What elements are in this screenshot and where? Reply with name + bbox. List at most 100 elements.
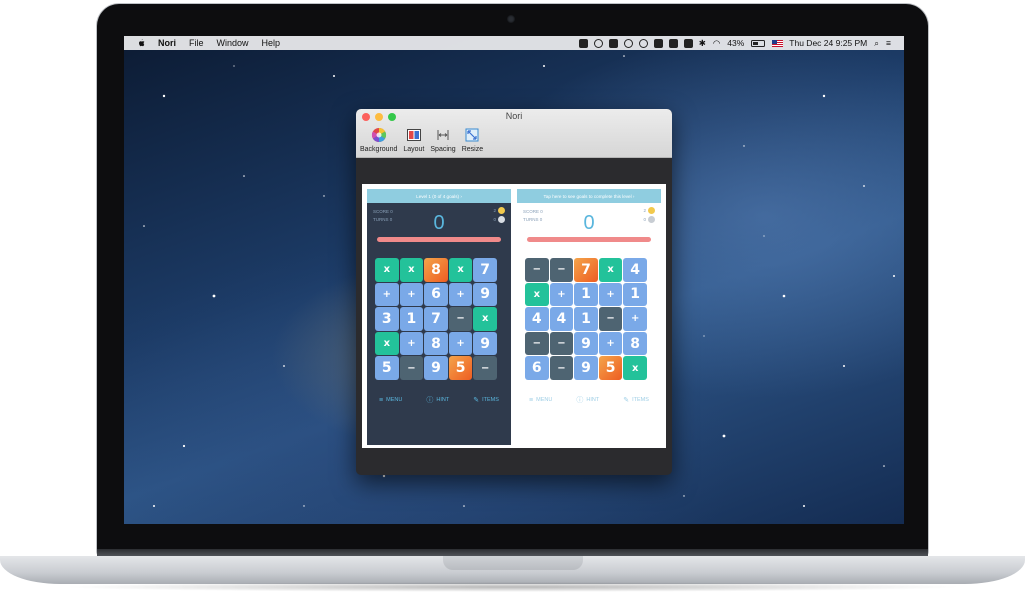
menu-window[interactable]: Window: [217, 38, 249, 48]
bluetooth-icon[interactable]: ✱: [699, 38, 706, 49]
game-tile[interactable]: 8: [424, 331, 448, 356]
game-tile[interactable]: +: [598, 282, 623, 307]
game-tile[interactable]: 3: [375, 307, 399, 331]
game-tile[interactable]: 5: [448, 356, 473, 380]
status-airplay-icon[interactable]: [683, 38, 693, 48]
menu-file[interactable]: File: [189, 38, 204, 48]
game-tile[interactable]: +: [399, 331, 424, 356]
game-tile[interactable]: 8: [424, 258, 448, 282]
game-tile[interactable]: 1: [574, 282, 598, 307]
game-tile[interactable]: 9: [424, 356, 448, 380]
clock[interactable]: Thu Dec 24 9:25 PM: [789, 38, 867, 48]
items-label: ITEMS: [482, 397, 499, 403]
silver-coin-icon: [648, 216, 655, 223]
game-tile[interactable]: +: [549, 282, 574, 307]
game-tile[interactable]: 5: [375, 356, 399, 380]
game-tile[interactable]: −: [598, 307, 623, 331]
battery-percent[interactable]: 43%: [727, 38, 744, 48]
game-tile[interactable]: x: [375, 331, 399, 356]
game-tile[interactable]: 9: [473, 331, 497, 356]
game-tile[interactable]: 9: [473, 282, 497, 307]
game-tile[interactable]: 1: [399, 307, 424, 331]
game-tile[interactable]: x: [525, 282, 549, 307]
level-banner[interactable]: Level 1 (0 of 4 goals) ›: [367, 189, 511, 203]
silver-coin-count: 0: [493, 217, 496, 222]
game-tile[interactable]: 7: [574, 258, 598, 282]
hint-button[interactable]: ⓘ HINT: [576, 395, 599, 405]
laptop-notch: [443, 556, 583, 570]
wifi-icon[interactable]: ◠: [713, 38, 720, 49]
notification-center-icon[interactable]: ≡: [886, 38, 891, 48]
input-flag-icon[interactable]: [772, 39, 784, 47]
game-tile[interactable]: +: [623, 307, 647, 331]
battery-icon[interactable]: [751, 39, 766, 47]
game-tile[interactable]: 4: [549, 307, 574, 331]
status-sync-icon[interactable]: [593, 38, 603, 48]
items-button[interactable]: ✎ ITEMS: [623, 395, 649, 405]
game-tile[interactable]: −: [448, 307, 473, 331]
game-tile[interactable]: +: [399, 282, 424, 307]
items-label: ITEMS: [632, 397, 649, 403]
chevron-right-icon: ›: [632, 193, 635, 199]
chevron-right-icon: ›: [460, 193, 462, 199]
toolbar-resize-button[interactable]: Resize: [462, 127, 483, 153]
hint-label: HINT: [586, 397, 600, 403]
spacing-icon: [437, 130, 449, 140]
score-value: 0: [583, 212, 595, 234]
game-tile[interactable]: 6: [424, 282, 448, 307]
game-tile[interactable]: 5: [598, 356, 623, 380]
game-tile[interactable]: 1: [574, 307, 598, 331]
game-tile[interactable]: x: [375, 258, 399, 282]
level-banner-text: Level 1 (0 of 4 goals): [416, 193, 460, 199]
menu-help[interactable]: Help: [262, 38, 281, 48]
menu-button[interactable]: ≡ MENU: [379, 395, 402, 405]
game-tile[interactable]: x: [473, 307, 497, 331]
score-header: SCORE 0 TURNS 0 0 2 0: [517, 203, 661, 234]
game-tile[interactable]: +: [375, 282, 399, 307]
game-tile[interactable]: 4: [623, 258, 647, 282]
menu-button[interactable]: ≡ MENU: [529, 395, 552, 405]
toolbar-layout-button[interactable]: Layout: [403, 127, 424, 153]
menu-icon: ≡: [529, 396, 534, 404]
game-tile[interactable]: −: [525, 331, 549, 356]
game-tile[interactable]: +: [448, 331, 473, 356]
game-tile[interactable]: −: [549, 258, 574, 282]
game-tile[interactable]: −: [525, 258, 549, 282]
status-app-icon[interactable]: [578, 38, 588, 48]
game-tile[interactable]: 7: [473, 258, 497, 282]
game-tile[interactable]: 8: [623, 331, 647, 356]
goals-banner[interactable]: Tap here to see goals to complete this l…: [517, 189, 661, 203]
game-tile[interactable]: −: [549, 356, 574, 380]
menu-app-name[interactable]: Nori: [158, 38, 176, 48]
game-tile[interactable]: 9: [574, 331, 598, 356]
toolbar-spacing-button[interactable]: Spacing: [430, 127, 456, 153]
status-display-icon[interactable]: [668, 38, 678, 48]
hint-label: HINT: [436, 397, 450, 403]
toolbar-background-button[interactable]: Background: [360, 127, 397, 153]
status-time-machine-icon[interactable]: [623, 38, 633, 48]
game-tile[interactable]: +: [448, 282, 473, 307]
hint-button[interactable]: ⓘ HINT: [426, 395, 449, 405]
game-tile[interactable]: 4: [525, 307, 549, 331]
status-shield-icon[interactable]: [653, 38, 663, 48]
game-tile[interactable]: 9: [574, 356, 598, 380]
game-tile[interactable]: 7: [424, 307, 448, 331]
game-tile[interactable]: x: [448, 258, 473, 282]
apple-icon[interactable]: [136, 38, 146, 48]
game-tile[interactable]: +: [598, 331, 623, 356]
game-tile[interactable]: 1: [623, 282, 647, 307]
game-tile[interactable]: −: [549, 331, 574, 356]
toolbar-spacing-label: Spacing: [430, 146, 456, 153]
status-info-icon[interactable]: [638, 38, 648, 48]
game-tile[interactable]: −: [473, 356, 497, 380]
game-tile[interactable]: x: [623, 356, 647, 380]
game-tile[interactable]: −: [399, 356, 424, 380]
spotlight-icon[interactable]: ⌕: [874, 38, 879, 49]
items-button[interactable]: ✎ ITEMS: [473, 395, 499, 405]
gold-coin-count: 2: [493, 208, 496, 213]
game-tile[interactable]: x: [399, 258, 424, 282]
game-tile[interactable]: x: [598, 258, 623, 282]
status-dropbox-icon[interactable]: [608, 38, 618, 48]
preview-canvas: Level 1 (0 of 4 goals) › SCORE 0 TURNS 0…: [362, 184, 666, 448]
game-tile[interactable]: 6: [525, 356, 549, 380]
